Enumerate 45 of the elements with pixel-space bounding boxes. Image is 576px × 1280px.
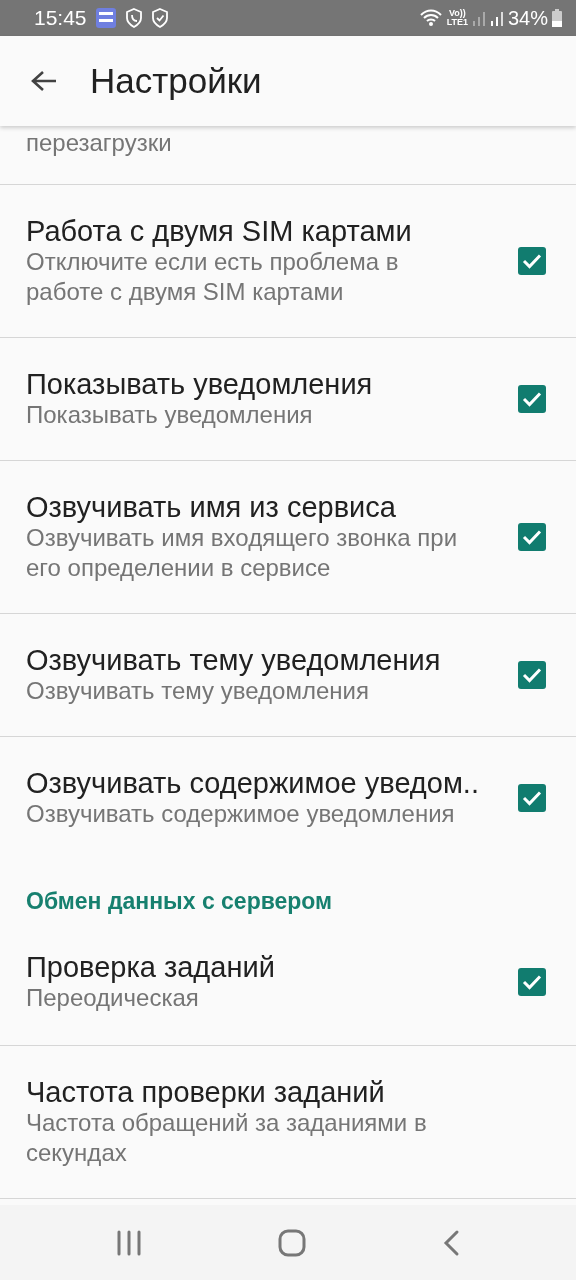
checkbox[interactable] — [518, 247, 546, 275]
recent-apps-icon[interactable] — [116, 1229, 142, 1256]
setting-summary: Озвучивать содержимое уведомления — [26, 799, 456, 829]
checkbox[interactable] — [518, 661, 546, 689]
checkbox[interactable] — [518, 523, 546, 551]
back-arrow-icon[interactable] — [30, 69, 58, 93]
checkbox[interactable] — [518, 385, 546, 413]
battery-percentage: 34% — [507, 6, 548, 31]
signal-icon — [489, 9, 504, 27]
setting-title: Озвучивать тему уведомления — [26, 644, 441, 676]
setting-row[interactable]: Показывать уведомления Показывать уведомления — [0, 338, 576, 461]
setting-row[interactable]: Озвучивать содержимое уведом.. Озвучивать содержимое уведомления — [0, 737, 576, 849]
signal-icon — [471, 9, 486, 27]
back-icon[interactable] — [442, 1228, 460, 1257]
phone-shield-icon — [124, 8, 143, 28]
setting-row[interactable]: Работа с двумя SIM картами Отключите если есть проблема в работе с двумя SIM картами — [0, 185, 576, 338]
setting-row[interactable]: Озвучивать имя из сервиса Озвучивать имя входящего звонка при его определении в сервисе — [0, 461, 576, 614]
setting-summary: перезагрузки — [26, 128, 173, 158]
setting-row[interactable]: Частота проверки заданий Частота обращений за заданиями в секундах — [0, 1046, 576, 1199]
wifi-icon — [418, 8, 443, 28]
setting-row[interactable]: Озвучивать тему уведомления Озвучивать тему уведомления — [0, 614, 576, 737]
setting-row[interactable]: Проверка заданий Переодическая — [0, 915, 576, 1046]
screen-title: Настройки — [90, 59, 262, 102]
clock: 15:45 — [34, 5, 87, 32]
setting-summary: Озвучивать тему уведомления — [26, 676, 370, 706]
setting-summary: Отключите если есть проблема в работе с двумя SIM картами — [26, 247, 400, 307]
app-notification-icon — [94, 7, 117, 29]
battery-icon — [552, 9, 562, 27]
checkbox[interactable] — [518, 968, 546, 996]
setting-title: Частота проверки заданий — [26, 1076, 386, 1108]
setting-title: Показывать уведомления — [26, 368, 373, 400]
setting-summary: Показывать уведомления — [26, 400, 314, 430]
checkbox[interactable] — [518, 784, 546, 812]
volte-label: Vo)) — [448, 9, 466, 18]
network-type-label: LTE1 — [446, 18, 468, 27]
setting-summary: Частота обращений за заданиями в секундах — [26, 1108, 428, 1168]
category-header: Обмен данных с сервером — [25, 887, 334, 915]
setting-summary: Переодическая — [26, 983, 200, 1013]
home-icon[interactable] — [278, 1228, 306, 1257]
shield-check-icon — [150, 8, 169, 28]
setting-summary: Озвучивать имя входящего звонка при его определении в сервисе — [26, 523, 459, 583]
setting-title: Озвучивать имя из сервиса — [26, 491, 397, 523]
setting-title: Работа с двумя SIM картами — [26, 215, 413, 247]
setting-title: Проверка заданий — [26, 951, 275, 983]
setting-title: Озвучивать содержимое уведом.. — [26, 767, 476, 799]
